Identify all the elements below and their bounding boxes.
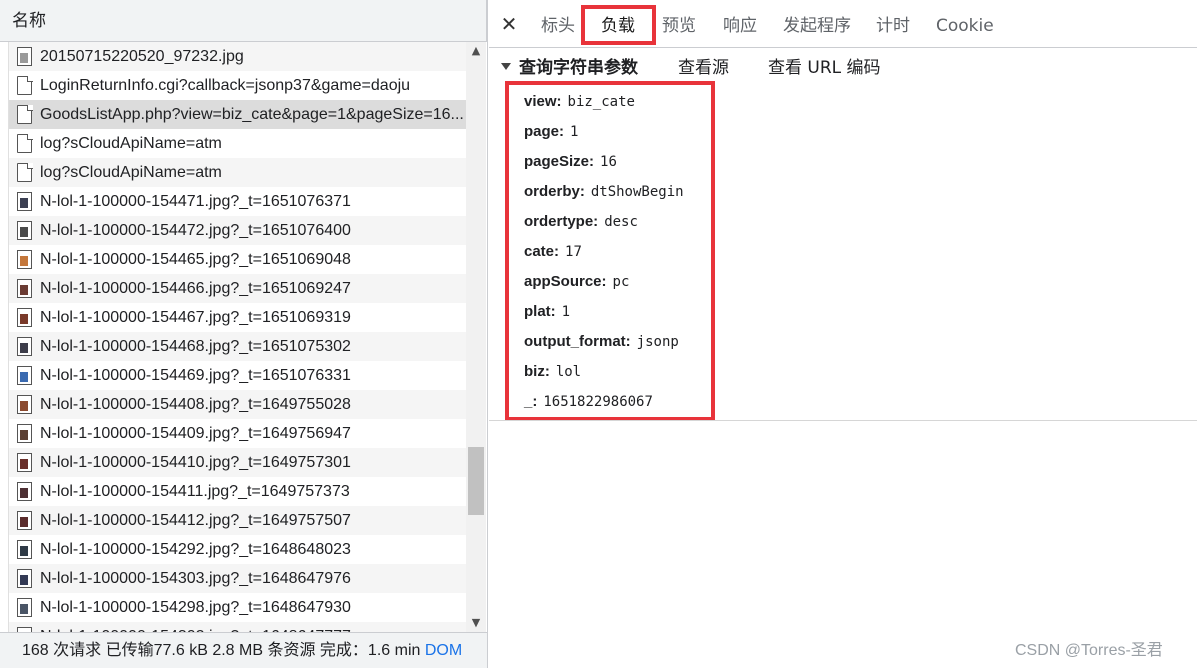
scroll-up-arrow-icon[interactable]: ▲ <box>466 42 486 60</box>
request-list-pane: 名称 20150715220520_97232.jpg LoginReturnIn… <box>0 0 488 668</box>
finish-time: 完成：1.6 min <box>319 642 421 659</box>
request-row[interactable]: N-lol-1-100000-154468.jpg?_t=1651075302 <box>9 332 466 361</box>
request-name: N-lol-1-100000-154298.jpg?_t=1648647930 <box>40 599 351 616</box>
request-name: log?sCloudApiName=atm <box>40 164 222 181</box>
image-file-icon <box>17 598 32 617</box>
scroll-thumb[interactable] <box>468 447 484 515</box>
dom-content-loaded: DOM <box>424 642 463 659</box>
request-row[interactable]: N-lol-1-100000-154292.jpg?_t=1648648023 <box>9 535 466 564</box>
request-name: N-lol-1-100000-154411.jpg?_t=1649757373 <box>40 483 350 500</box>
request-name: N-lol-1-100000-154303.jpg?_t=1648647976 <box>40 570 351 587</box>
image-file-icon <box>17 192 32 211</box>
scroll-down-arrow-icon[interactable]: ▼ <box>466 614 486 632</box>
request-row[interactable]: log?sCloudApiName=atm <box>9 158 466 187</box>
image-file-icon <box>17 366 32 385</box>
active-tab-highlight-box <box>581 5 656 45</box>
image-file-icon <box>17 279 32 298</box>
image-file-icon <box>17 540 32 559</box>
request-row[interactable]: log?sCloudApiName=atm <box>9 129 466 158</box>
request-name: log?sCloudApiName=atm <box>40 135 222 152</box>
request-name: 20150715220520_97232.jpg <box>40 48 244 65</box>
expand-triangle-icon <box>501 63 511 70</box>
request-row[interactable]: N-lol-1-100000-154466.jpg?_t=1651069247 <box>9 274 466 303</box>
request-row[interactable]: LoginReturnInfo.cgi?callback=jsonp37&gam… <box>9 71 466 100</box>
request-list-scrollbar[interactable]: ▲ ▼ <box>466 42 486 632</box>
request-name: N-lol-1-100000-154467.jpg?_t=1651069319 <box>40 309 351 326</box>
params-highlight-box <box>505 81 715 421</box>
request-row[interactable]: N-lol-1-100000-154411.jpg?_t=1649757373 <box>9 477 466 506</box>
document-file-icon <box>17 104 33 124</box>
request-name: N-lol-1-100000-154469.jpg?_t=1651076331 <box>40 367 351 384</box>
request-details-pane: ✕ 标头 负载 预览 响应 发起程序 计时 Cookie 查询字符串参数 查看源… <box>489 0 1197 668</box>
request-name: N-lol-1-100000-154471.jpg?_t=1651076371 <box>40 193 351 210</box>
request-name: N-lol-1-100000-154410.jpg?_t=1649757301 <box>40 454 351 471</box>
request-row[interactable]: N-lol-1-100000-154472.jpg?_t=1651076400 <box>9 216 466 245</box>
view-source-button[interactable]: 查看源 <box>678 56 729 80</box>
request-row[interactable]: 20150715220520_97232.jpg <box>9 42 466 71</box>
view-url-encoded-button[interactable]: 查看 URL 编码 <box>768 56 881 80</box>
request-row[interactable]: N-lol-1-100000-154467.jpg?_t=1651069319 <box>9 303 466 332</box>
network-status-bar: 168 次请求 已传输77.6 kB 2.8 MB 条资源 完成：1.6 min… <box>0 632 487 668</box>
request-name: N-lol-1-100000-154472.jpg?_t=1651076400 <box>40 222 351 239</box>
image-file-icon <box>17 424 32 443</box>
image-file-icon <box>17 337 32 356</box>
request-row[interactable]: N-lol-1-100000-154408.jpg?_t=1649755028 <box>9 390 466 419</box>
request-name: N-lol-1-100000-154466.jpg?_t=1651069247 <box>40 280 351 297</box>
request-count: 168 次请求 <box>22 642 102 659</box>
document-file-icon <box>17 75 33 95</box>
resources-size: 2.8 MB 条资源 <box>212 642 316 659</box>
close-icon[interactable]: ✕ <box>499 10 519 38</box>
request-name: GoodsListApp.php?view=biz_cate&page=1&pa… <box>40 106 464 123</box>
request-name: N-lol-1-100000-154408.jpg?_t=1649755028 <box>40 396 351 413</box>
request-row[interactable]: GoodsListApp.php?view=biz_cate&page=1&pa… <box>9 100 466 129</box>
image-file-icon <box>17 482 32 501</box>
pane-divider <box>489 420 1197 421</box>
image-file-icon <box>17 47 32 66</box>
request-name: N-lol-1-100000-154468.jpg?_t=1651075302 <box>40 338 351 355</box>
request-row[interactable]: N-lol-1-100000-154469.jpg?_t=1651076331 <box>9 361 466 390</box>
request-name: N-lol-1-100000-154409.jpg?_t=1649756947 <box>40 425 351 442</box>
request-row[interactable]: N-lol-1-100000-154303.jpg?_t=1648647976 <box>9 564 466 593</box>
devtools-network-panel: 名称 20150715220520_97232.jpg LoginReturnIn… <box>0 0 1197 668</box>
image-file-icon <box>17 569 32 588</box>
query-params-section-title: 查询字符串参数 <box>519 58 638 78</box>
request-name: LoginReturnInfo.cgi?callback=jsonp37&gam… <box>40 77 411 94</box>
watermark: CSDN @Torres-圣君 <box>1015 642 1163 659</box>
request-row[interactable]: N-lol-1-100000-154412.jpg?_t=1649757507 <box>9 506 466 535</box>
image-file-icon <box>17 453 32 472</box>
request-name: N-lol-1-100000-154292.jpg?_t=1648648023 <box>40 541 351 558</box>
request-name: N-lol-1-100000-154465.jpg?_t=1651069048 <box>40 251 351 268</box>
request-row[interactable]: N-lol-1-100000-154410.jpg?_t=1649757301 <box>9 448 466 477</box>
image-file-icon <box>17 511 32 530</box>
request-row[interactable]: N-lol-1-100000-154471.jpg?_t=1651076371 <box>9 187 466 216</box>
image-file-icon <box>17 250 32 269</box>
request-row[interactable]: N-lol-1-100000-154298.jpg?_t=1648647930 <box>9 593 466 622</box>
request-row[interactable]: N-lol-1-100000-154302.jpg?_t=1648647777 <box>9 622 466 632</box>
tab-response[interactable]: 响应 <box>723 12 757 40</box>
request-name: N-lol-1-100000-154412.jpg?_t=1649757507 <box>40 512 351 529</box>
query-params-section-toggle[interactable]: 查询字符串参数 <box>501 56 638 80</box>
image-file-icon <box>17 395 32 414</box>
document-file-icon <box>17 133 33 153</box>
request-row[interactable]: N-lol-1-100000-154465.jpg?_t=1651069048 <box>9 245 466 274</box>
request-row[interactable]: N-lol-1-100000-154409.jpg?_t=1649756947 <box>9 419 466 448</box>
tab-initiator[interactable]: 发起程序 <box>783 12 851 40</box>
tab-timing[interactable]: 计时 <box>876 12 910 40</box>
document-file-icon <box>17 162 33 182</box>
image-file-icon <box>17 221 32 240</box>
tab-headers[interactable]: 标头 <box>541 12 575 40</box>
request-list: 20150715220520_97232.jpg LoginReturnInfo.… <box>8 42 466 632</box>
name-column-header[interactable]: 名称 <box>0 0 487 42</box>
details-tab-bar: ✕ 标头 负载 预览 响应 发起程序 计时 Cookie <box>489 0 1197 48</box>
tab-preview[interactable]: 预览 <box>662 12 696 40</box>
image-file-icon <box>17 308 32 327</box>
transferred-size: 已传输77.6 kB <box>105 642 208 659</box>
tab-cookie[interactable]: Cookie <box>936 12 994 40</box>
column-divider <box>486 0 487 42</box>
